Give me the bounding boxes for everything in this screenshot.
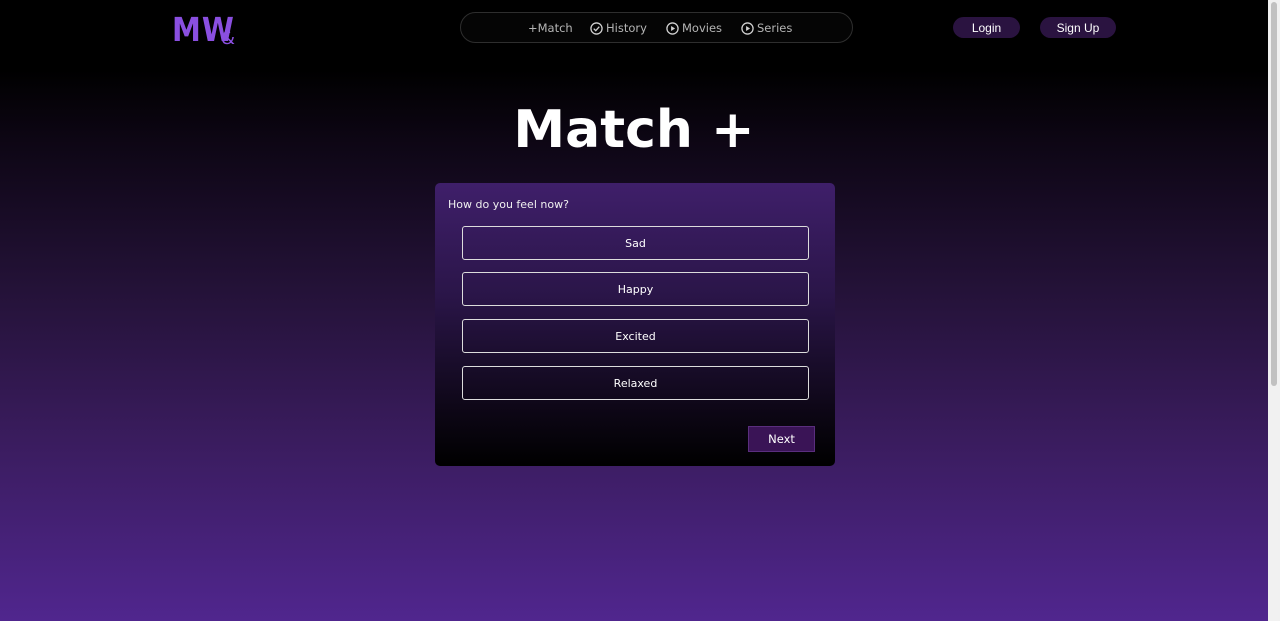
- scrollbar-thumb[interactable]: [1271, 2, 1277, 386]
- page: MW & +Match History Movies Series Login …: [0, 0, 1268, 621]
- nav-history-label: History: [606, 21, 647, 35]
- login-button[interactable]: Login: [953, 17, 1020, 38]
- option-happy[interactable]: Happy: [462, 272, 809, 306]
- nav-movies[interactable]: Movies: [666, 20, 722, 36]
- logo-ampersand: &: [221, 28, 236, 49]
- next-button[interactable]: Next: [748, 426, 815, 452]
- nav-match-label: +Match: [528, 21, 573, 35]
- signup-button[interactable]: Sign Up: [1040, 17, 1116, 38]
- check-circle-icon: [590, 21, 603, 35]
- main-nav: +Match History Movies Series: [460, 12, 853, 43]
- page-title: Match +: [513, 100, 755, 160]
- nav-history[interactable]: History: [590, 20, 647, 36]
- question-text: How do you feel now?: [448, 198, 569, 211]
- option-excited[interactable]: Excited: [462, 319, 809, 353]
- option-relaxed[interactable]: Relaxed: [462, 366, 809, 400]
- nav-series-label: Series: [757, 21, 793, 35]
- logo[interactable]: MW &: [172, 10, 242, 50]
- play-circle-icon: [741, 21, 754, 35]
- option-sad[interactable]: Sad: [462, 226, 809, 260]
- play-circle-icon: [666, 21, 679, 35]
- nav-series[interactable]: Series: [741, 20, 792, 36]
- nav-match[interactable]: +Match: [528, 20, 573, 36]
- vertical-scrollbar[interactable]: [1268, 0, 1280, 621]
- question-card: How do you feel now? Sad Happy Excited R…: [435, 183, 835, 466]
- nav-movies-label: Movies: [682, 21, 723, 35]
